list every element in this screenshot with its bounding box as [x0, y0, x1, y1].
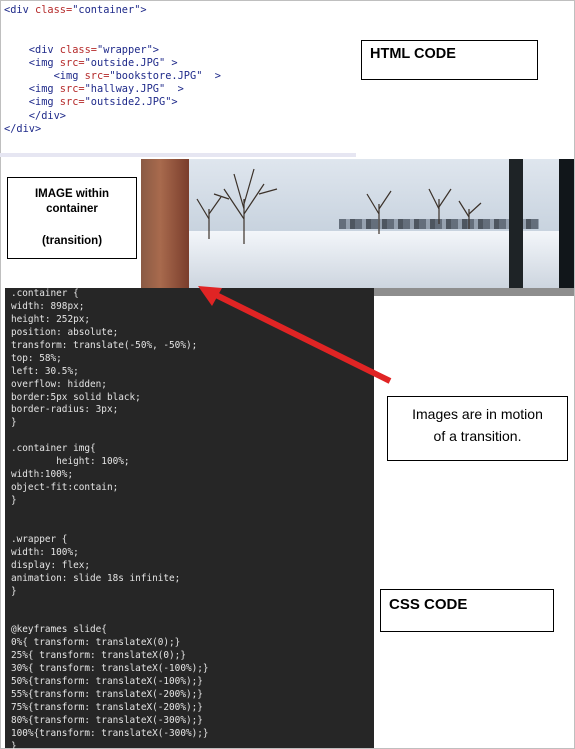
html-code-line: </div>	[4, 110, 354, 123]
html-code-line: </div>	[4, 123, 354, 136]
code-token: "container">	[72, 4, 147, 16]
html-code-label-text: HTML CODE	[370, 46, 456, 62]
motion-label-line1: Images are in motion	[412, 406, 543, 422]
css-code-label-text: CSS CODE	[389, 596, 468, 613]
code-token: <img	[4, 69, 85, 82]
code-token: src=	[84, 69, 110, 82]
html-code-line: <img src="hallway.JPG" >	[4, 83, 354, 96]
code-token: <div	[4, 4, 35, 16]
css-code-line	[11, 508, 374, 521]
html-code-line: <img src="outside.JPG" >	[4, 57, 354, 70]
code-token: "bookstore.JPG" >	[109, 69, 221, 82]
motion-label-line2: of a transition.	[433, 428, 522, 444]
code-token: <img	[4, 83, 60, 96]
html-code-label: HTML CODE	[361, 40, 538, 80]
html-code-line: <div class="wrapper">	[4, 44, 354, 57]
html-code-block: <div class="container"> <div class="wrap…	[4, 4, 354, 154]
css-code-line: }	[11, 495, 17, 506]
css-code-line: 25%{ transform: translateX(0);}	[11, 650, 186, 662]
motion-label: Images are in motion of a transition.	[387, 396, 568, 461]
css-code-line: 30%{ transform: translateX(-100%);}	[11, 663, 209, 675]
css-code-line: animation: slide 18s infinite;	[11, 572, 181, 584]
css-code-line	[11, 521, 374, 534]
css-code-line: 100%{transform: translateX(-300%);}	[11, 727, 209, 739]
html-code-line: <img src="bookstore.JPG" >	[4, 70, 354, 83]
css-code-line	[11, 599, 374, 612]
css-code-line: 0%{ transform: translateX(0);}	[11, 637, 181, 649]
html-code-line: <div class="container">	[4, 4, 354, 17]
css-code-line: 55%{transform: translateX(-200%);}	[11, 689, 203, 701]
css-code-line: border-radius: 3px;	[11, 404, 119, 416]
css-code-line: }	[11, 417, 17, 429]
css-code-line	[11, 611, 374, 624]
code-token: "outside2.JPG">	[84, 96, 178, 109]
code-token: src=	[59, 83, 85, 96]
html-code-line	[4, 30, 354, 43]
css-code-line: 80%{transform: translateX(-300%);}	[11, 714, 203, 726]
css-code-line: width: 100%;	[11, 546, 79, 558]
css-code-line: }	[11, 585, 17, 597]
code-token: class=	[59, 43, 97, 56]
html-code-line: <img src="outside2.JPG">	[4, 96, 354, 109]
image-label-line1: IMAGE within	[34, 188, 110, 200]
css-code-line: object-fit:contain;	[11, 482, 119, 494]
code-token: "hallway.JPG" >	[84, 83, 184, 96]
code-token: src=	[59, 96, 85, 109]
css-code-line: display: flex;	[11, 559, 91, 571]
css-code-line: .container img{	[11, 443, 96, 455]
css-code-line: 50%{transform: translateX(-100%);}	[11, 676, 203, 688]
image-label-line2: container	[46, 203, 98, 215]
image-label-line3: (transition)	[41, 235, 103, 247]
image-label-title: IMAGE within container	[8, 187, 136, 217]
css-code-line: @keyframes slide{	[11, 624, 107, 636]
code-token: <div	[4, 43, 60, 56]
code-token: <img	[4, 56, 60, 69]
image-container-preview	[141, 159, 574, 296]
code-token: "outside.JPG" >	[84, 56, 178, 69]
css-code-line: width:100%;	[11, 469, 74, 481]
code-token: class=	[35, 4, 73, 16]
code-token: src=	[59, 56, 85, 69]
code-token: </div>	[4, 122, 42, 135]
html-code-line	[4, 17, 354, 30]
css-code-line: height: 100%;	[11, 456, 130, 468]
code-token: <img	[4, 96, 60, 109]
css-code-line: 75%{transform: translateX(-200%);}	[11, 702, 203, 713]
snowy-parking-lot-image	[189, 159, 574, 288]
code-token: "wrapper">	[97, 43, 159, 56]
code-divider	[0, 153, 356, 157]
css-code-line: border:5px solid black;	[11, 391, 141, 403]
window-frame-edge	[559, 159, 574, 288]
css-code-line	[11, 430, 374, 443]
css-code-label: CSS CODE	[380, 589, 554, 632]
window-frame-post	[509, 159, 523, 288]
css-code-line: }	[11, 740, 17, 749]
code-token: </div>	[4, 109, 66, 122]
brick-wall-image	[141, 159, 189, 288]
red-arrow-icon	[198, 286, 392, 384]
css-code-line: .wrapper {	[11, 533, 68, 545]
image-label: IMAGE within container (transition)	[7, 177, 137, 259]
